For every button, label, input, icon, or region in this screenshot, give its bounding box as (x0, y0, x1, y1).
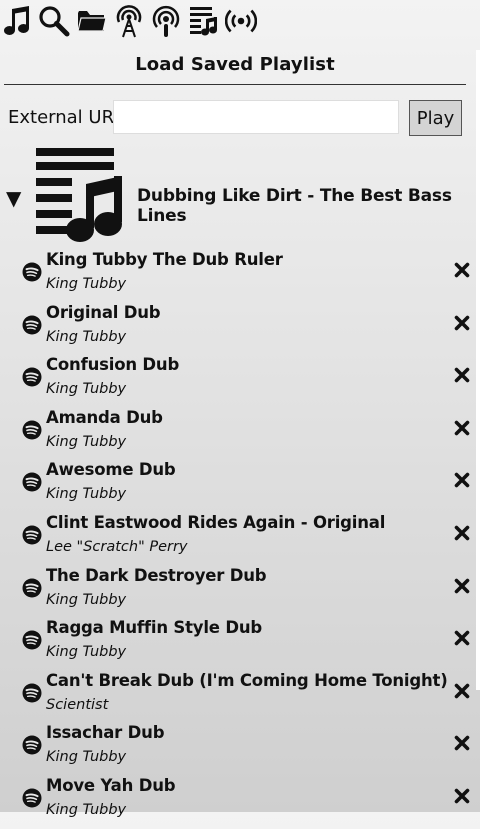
page-title: Load Saved Playlist (135, 54, 335, 75)
spotify-icon[interactable] (22, 578, 42, 598)
track-artist: King Tubby (46, 276, 127, 292)
track-title: Amanda Dub (46, 407, 163, 427)
track-title: Issachar Dub (46, 723, 165, 743)
play-button[interactable]: Play (409, 100, 462, 136)
track-artist: King Tubby (46, 381, 127, 398)
track-title: Confusion Dub (46, 355, 180, 375)
track-row[interactable]: Confusion Dub King Tubby (0, 355, 480, 408)
track-title: Move Yah Dub (46, 775, 176, 795)
track-row[interactable]: Can't Break Dub (I'm Coming Home Tonight… (0, 671, 480, 724)
track-row[interactable]: The Dark Destroyer Dub King Tubby (0, 566, 480, 619)
track-title: Original Dub (46, 302, 161, 322)
track-artist: King Tubby (46, 801, 127, 818)
spotify-icon[interactable] (22, 367, 42, 387)
track-list: King Tubby The Dub Ruler King Tubby Origin… (0, 250, 480, 829)
track-artist: King Tubby (46, 644, 127, 661)
track-artist: King Tubby (46, 433, 127, 450)
track-artist: Scientist (46, 696, 109, 713)
track-title: King Tubby The Dub Ruler (46, 250, 283, 269)
remove-track-icon[interactable] (454, 578, 470, 594)
playlist-icon[interactable] (188, 4, 220, 38)
title-divider (4, 84, 466, 85)
track-row[interactable]: Move Yah Dub King Tubby (0, 776, 480, 829)
track-row[interactable]: Ragga Muffin Style Dub King Tubby (0, 618, 480, 671)
spotify-icon[interactable] (22, 472, 42, 492)
remove-track-icon[interactable] (454, 630, 470, 646)
radio-tower-icon[interactable] (113, 4, 145, 38)
search-icon[interactable] (38, 4, 70, 38)
remove-track-icon[interactable] (454, 525, 470, 541)
spotify-icon[interactable] (22, 262, 42, 282)
remove-track-icon[interactable] (454, 315, 470, 331)
track-title: Can't Break Dub (I'm Coming Home Tonight… (46, 670, 448, 690)
spotify-icon[interactable] (22, 525, 42, 545)
external-url-label: External URL (8, 107, 125, 128)
remove-track-icon[interactable] (454, 735, 470, 751)
top-toolbar (0, 0, 480, 44)
track-title: Awesome Dub (46, 460, 176, 480)
podcast-icon[interactable] (150, 4, 182, 38)
remove-track-icon[interactable] (454, 420, 470, 436)
spotify-icon[interactable] (22, 630, 42, 650)
track-row[interactable]: Amanda Dub King Tubby (0, 408, 480, 461)
broadcast-icon[interactable] (225, 4, 257, 38)
remove-track-icon[interactable] (454, 788, 470, 804)
track-row[interactable]: Clint Eastwood Rides Again - Original Lee… (0, 513, 480, 566)
track-artist: King Tubby (46, 486, 127, 503)
spotify-icon[interactable] (22, 788, 42, 808)
track-artist: Lee "Scratch" Perry (46, 538, 188, 555)
playlist-icon (36, 148, 122, 242)
spotify-icon[interactable] (22, 735, 42, 755)
spotify-icon[interactable] (22, 420, 42, 440)
track-title: The Dark Destroyer Dub (46, 565, 267, 585)
expand-caret-icon[interactable]: ▼ (6, 188, 21, 208)
track-row[interactable]: King Tubby The Dub Ruler King Tubby (0, 250, 480, 303)
track-row[interactable]: Issachar Dub King Tubby (0, 723, 480, 776)
remove-track-icon[interactable] (454, 683, 470, 699)
spotify-icon[interactable] (22, 683, 42, 703)
playlist-name: Dubbing Like Dirt - The Best Bass Lines (137, 186, 452, 226)
playlist-header[interactable]: ▼ Dubbing Like Dirt - The Best Bass Line… (0, 146, 480, 246)
music-note-icon[interactable] (2, 4, 34, 38)
track-artist: King Tubby (46, 328, 127, 345)
track-row[interactable]: Original Dub King Tubby (0, 303, 480, 356)
remove-track-icon[interactable] (454, 262, 470, 278)
track-artist: King Tubby (46, 749, 127, 766)
folder-icon[interactable] (76, 4, 108, 38)
remove-track-icon[interactable] (454, 472, 470, 488)
spotify-icon[interactable] (22, 315, 42, 335)
track-row[interactable]: Awesome Dub King Tubby (0, 460, 480, 513)
external-url-input[interactable] (113, 100, 399, 134)
track-artist: King Tubby (46, 591, 127, 608)
track-title: Clint Eastwood Rides Again - Original (46, 512, 386, 532)
remove-track-icon[interactable] (454, 367, 470, 383)
track-title: Ragga Muffin Style Dub (46, 618, 262, 638)
